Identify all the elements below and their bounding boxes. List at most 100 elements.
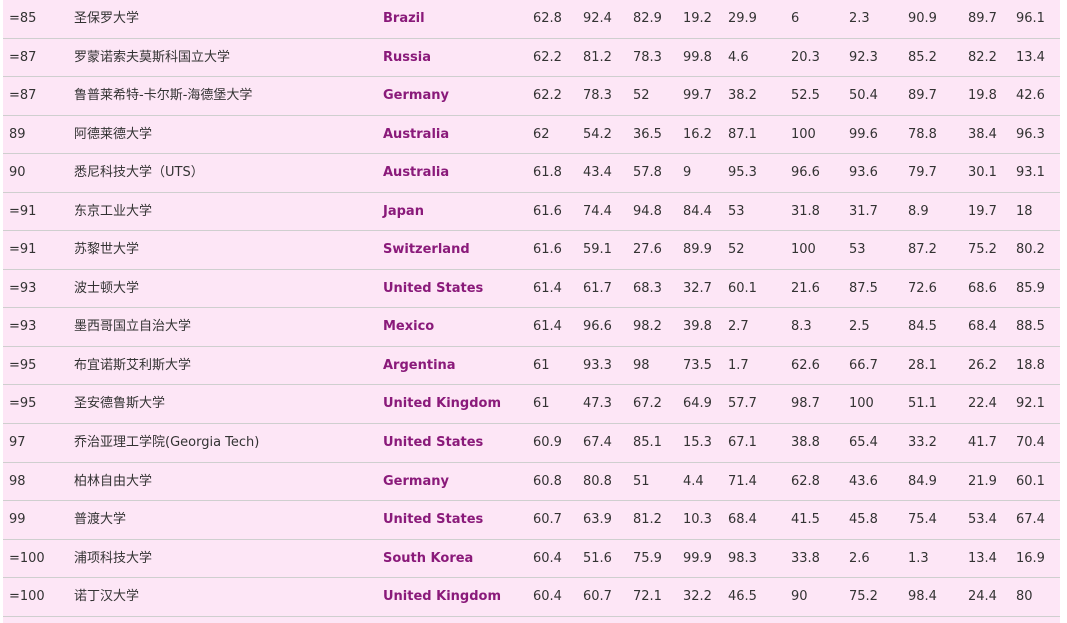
score-cell: 53.4 [968, 512, 997, 528]
score-cell: 61.8 [533, 165, 562, 181]
score-cell: 38.4 [968, 126, 997, 142]
score-cell: 18.8 [1016, 357, 1045, 373]
score-cell: 19.7 [968, 203, 997, 219]
table-row: 90 悉尼科技大学（UTS） Australia 61.8 43.4 57.8 9 95.3 9… [3, 154, 1060, 193]
score-cell: 61 [533, 357, 550, 373]
score-cell: 100 [791, 126, 816, 142]
score-cell: 21.6 [791, 280, 820, 296]
score-cell: 63.9 [583, 512, 612, 528]
score-cell: 59.1 [583, 242, 612, 258]
university-name-cell: 浦项科技大学 [74, 550, 153, 566]
table-row: =91 苏黎世大学 Switzerland 61.6 59.1 27.6 89.9 52 100… [3, 231, 1060, 270]
score-cell: 82.9 [633, 11, 662, 26]
rank-cell: =93 [9, 319, 37, 335]
rank-cell: =87 [9, 88, 37, 104]
rank-cell: 97 [9, 435, 26, 451]
score-cell: 62.2 [533, 49, 562, 65]
score-cell: 1.3 [908, 550, 929, 566]
score-cell: 81.2 [633, 512, 662, 528]
country-cell: United Kingdom [383, 396, 502, 412]
score-cell: 43.6 [849, 473, 878, 489]
score-cell: 100 [791, 242, 816, 258]
score-cell: 62.8 [791, 473, 820, 489]
score-cell: 98 [633, 357, 650, 373]
score-cell: 41.7 [968, 435, 997, 451]
country-cell: Mexico [383, 319, 435, 335]
score-cell: 75.2 [968, 242, 997, 258]
score-cell: 28.1 [908, 357, 937, 373]
score-cell: 51 [633, 473, 650, 489]
score-cell: 13.4 [1016, 49, 1045, 65]
score-cell: 16.9 [1016, 550, 1045, 566]
score-cell: 52.5 [791, 88, 820, 104]
country-cell: Russia [383, 49, 431, 65]
score-cell: 60.1 [1016, 473, 1045, 489]
score-cell: 82.2 [968, 49, 997, 65]
score-cell: 85.9 [1016, 280, 1045, 296]
score-cell: 21.9 [968, 473, 997, 489]
score-cell: 61.7 [583, 280, 612, 296]
score-cell: 4.6 [728, 49, 749, 65]
score-cell: 98.3 [728, 550, 757, 566]
table-row: 98 柏林自由大学 Germany 60.8 80.8 51 4.4 71.4 62.8 43.6… [3, 463, 1060, 502]
score-cell: 19.8 [968, 88, 997, 104]
table-row: =85 圣保罗大学 Brazil 62.8 92.4 82.9 19.2 29.9 6 2.3 90… [3, 0, 1060, 39]
score-cell: 1.7 [728, 357, 749, 373]
university-name-cell: 乔治亚理工学院(Georgia Tech) [74, 435, 260, 451]
score-cell: 64.9 [683, 396, 712, 412]
ranking-table: =85 圣保罗大学 Brazil 62.8 92.4 82.9 19.2 29.9 6 2.3 90… [3, 0, 1060, 623]
country-cell: Brazil [383, 11, 425, 26]
score-cell: 13.4 [968, 550, 997, 566]
score-cell: 85.1 [633, 435, 662, 451]
country-cell: Switzerland [383, 242, 470, 258]
score-cell: 26.2 [968, 357, 997, 373]
score-cell: 43.4 [583, 165, 612, 181]
score-cell: 100 [849, 396, 874, 412]
score-cell: 62 [533, 126, 550, 142]
score-cell: 36.5 [633, 126, 662, 142]
score-cell: 38.2 [728, 88, 757, 104]
score-cell: 29.9 [728, 11, 757, 26]
score-cell: 41.5 [791, 512, 820, 528]
score-cell: 67.2 [633, 396, 662, 412]
score-cell: 61.6 [533, 203, 562, 219]
rank-cell: =91 [9, 242, 37, 258]
score-cell: 72.1 [633, 589, 662, 605]
score-cell: 93.3 [583, 357, 612, 373]
score-cell: 52 [728, 242, 745, 258]
university-name-cell: 诺丁汉大学 [74, 589, 140, 605]
score-cell: 2.6 [849, 550, 870, 566]
score-cell: 99.7 [683, 88, 712, 104]
rank-cell: =100 [9, 589, 45, 605]
country-cell: Germany [383, 473, 449, 489]
table-row: =93 波士顿大学 United States 61.4 61.7 68.3 32.7 60.… [3, 270, 1060, 309]
table-row: 97 乔治亚理工学院(Georgia Tech) United States 60.9… [3, 424, 1060, 463]
table-row: =95 布宜诺斯艾利斯大学 Argentina 61 93.3 98 73.5 1.7 62.6… [3, 347, 1060, 386]
score-cell: 80.2 [1016, 242, 1045, 258]
score-cell: 62.6 [791, 357, 820, 373]
country-cell: United States [383, 435, 484, 451]
score-cell: 60.7 [533, 512, 562, 528]
score-cell: 47.3 [583, 396, 612, 412]
score-cell: 81.2 [583, 49, 612, 65]
country-cell: Germany [383, 88, 449, 104]
university-name-cell: 东京工业大学 [74, 203, 153, 219]
score-cell: 87.2 [908, 242, 937, 258]
score-cell: 61.4 [533, 319, 562, 335]
rank-cell: 90 [9, 165, 26, 181]
score-cell: 32.7 [683, 280, 712, 296]
score-cell: 75.9 [633, 550, 662, 566]
score-cell: 90 [791, 589, 808, 605]
university-name-cell: 柏林自由大学 [74, 473, 153, 489]
rank-cell: =100 [9, 550, 45, 566]
score-cell: 51.6 [583, 550, 612, 566]
university-name-cell: 波士顿大学 [74, 280, 140, 296]
score-cell: 99.8 [683, 49, 712, 65]
university-name-cell: 罗蒙诺索夫莫斯科国立大学 [74, 49, 231, 65]
score-cell: 87.5 [849, 280, 878, 296]
score-cell: 60.8 [533, 473, 562, 489]
score-cell: 96.3 [1016, 126, 1045, 142]
score-cell: 78.3 [583, 88, 612, 104]
score-cell: 89.7 [968, 11, 997, 26]
score-cell: 2.5 [849, 319, 870, 335]
